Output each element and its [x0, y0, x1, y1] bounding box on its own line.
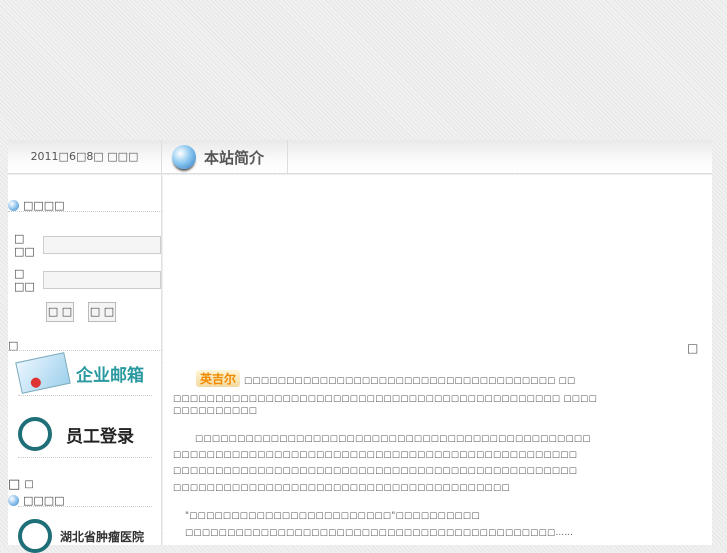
text: □□□□□□□□□□□□□□□□□□□□□□□□□□□□□□□□□□□□□ □□	[244, 376, 576, 386]
username-input[interactable]	[43, 236, 161, 254]
divider	[8, 211, 162, 212]
password-row: □ □□	[14, 267, 161, 293]
company-logo: 英吉尔	[196, 370, 241, 387]
intro-line: □□□□□□□□□□□□□□□□□□□□□□□□□□□□□□□□□□□□□□□□	[173, 483, 510, 493]
reset-button[interactable]: □ □	[88, 302, 116, 322]
password-label: □ □□	[14, 267, 35, 293]
hospital-logo-icon	[18, 417, 52, 451]
staff-login-label: 员工登录	[66, 426, 134, 447]
enterprise-email-link[interactable]: 企业邮箱	[15, 352, 144, 394]
bullet-icon	[8, 200, 19, 211]
intro-line: "□□□□□□□□□□□□□□□□□□□□□□□□"□□□□□□□□□□	[185, 511, 480, 521]
stray-char: □	[8, 477, 21, 492]
intro-line: □□□□□□□□□□□□□□□□□□□□□□□□□□□□□□□□□□□□□□□□…	[173, 394, 598, 404]
tab-site-intro[interactable]: 本站简介	[162, 140, 288, 174]
globe-icon	[172, 145, 196, 169]
envelope-icon	[15, 352, 71, 394]
divider	[18, 506, 152, 507]
intro-content: □ 英吉尔 □□□□□□□□□□□□□□□□□□□□□□□□□□□□□□□□□□□…	[163, 175, 712, 545]
intro-line: □□□□□□□□□□	[173, 406, 258, 416]
hospital-link[interactable]: 湖北省肿瘤医院	[18, 519, 144, 553]
stray-char: □	[687, 341, 699, 355]
intro-line: □□□□□□□□□□□□□□□□□□□□□□□□□□□□□□□□□□□□□□□□…	[185, 528, 574, 538]
password-input[interactable]	[43, 271, 161, 289]
divider	[18, 395, 152, 396]
stray-char: □	[24, 479, 34, 490]
header-banner	[8, 0, 712, 140]
nav-bar: 2011□6□8□ □□□ 本站简介	[8, 140, 712, 174]
staff-login-link[interactable]: 员工登录	[18, 417, 134, 451]
hospital-label: 湖北省肿瘤医院	[60, 529, 145, 544]
username-label: □ □□	[14, 232, 35, 258]
divider	[18, 457, 152, 458]
current-date: 2011□6□8□ □□□	[8, 140, 162, 174]
tab-title: 本站简介	[204, 148, 265, 167]
left-sidebar: □□□□ □ □□ □ □□ □ □ □ □ □ 企业邮箱 员工登录 □ □ □□…	[8, 175, 162, 553]
stray-chars: □ □	[8, 477, 34, 492]
divider	[8, 350, 162, 351]
login-button[interactable]: □ □	[46, 302, 74, 322]
intro-line: 英吉尔 □□□□□□□□□□□□□□□□□□□□□□□□□□□□□□□□□□□□□…	[196, 370, 575, 387]
bullet-icon	[8, 495, 19, 506]
hospital-logo-icon	[18, 519, 52, 553]
intro-line: □□□□□□□□□□□□□□□□□□□□□□□□□□□□□□□□□□□□□□□□…	[173, 450, 578, 460]
username-row: □ □□	[14, 232, 161, 258]
intro-line: □□□□□□□□□□□□□□□□□□□□□□□□□□□□□□□□□□□□□□□□…	[195, 434, 591, 444]
intro-line: □□□□□□□□□□□□□□□□□□□□□□□□□□□□□□□□□□□□□□□□…	[173, 466, 578, 476]
email-label: 企业邮箱	[76, 365, 144, 386]
